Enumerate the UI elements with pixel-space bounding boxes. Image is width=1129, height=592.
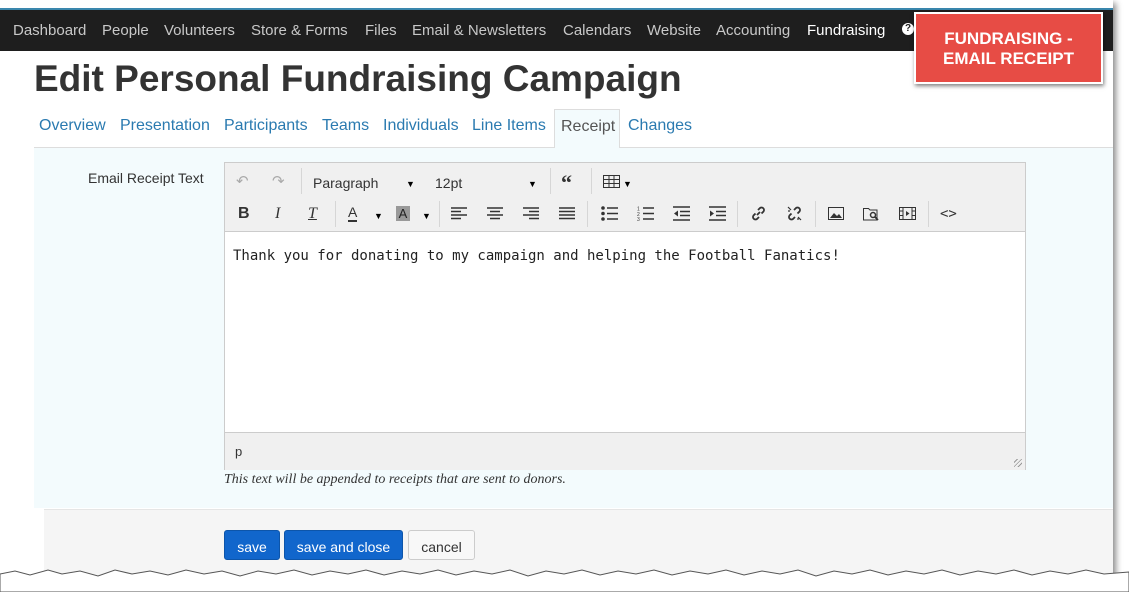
image-icon[interactable] (828, 207, 844, 220)
indent-icon[interactable] (709, 206, 726, 221)
question-circle-icon[interactable]: ? (902, 23, 914, 35)
file-browser-icon[interactable] (863, 206, 880, 221)
editor-statusbar: p (225, 432, 1025, 470)
clear-format-icon[interactable]: T (308, 205, 317, 223)
email-receipt-label: Email Receipt Text (88, 170, 204, 186)
italic-icon[interactable]: I (275, 205, 280, 223)
nav-store-forms[interactable]: Store & Forms (251, 22, 348, 39)
chevron-down-icon[interactable]: ▼ (422, 211, 431, 221)
editor-content-area[interactable]: Thank you for donating to my campaign an… (225, 232, 1025, 432)
bullet-list-icon[interactable] (601, 206, 618, 221)
tab-receipt[interactable]: Receipt (554, 109, 620, 148)
align-right-icon[interactable] (523, 207, 539, 220)
chevron-down-icon[interactable]: ▼ (406, 179, 415, 189)
link-icon[interactable] (750, 205, 767, 222)
page-title: Edit Personal Fundraising Campaign (34, 58, 682, 99)
nav-files[interactable]: Files (365, 22, 397, 39)
toolbar-divider (439, 201, 440, 227)
tab-overview[interactable]: Overview (39, 117, 106, 135)
toolbar-divider (928, 201, 929, 227)
numbered-list-icon[interactable]: 123 (637, 206, 654, 221)
tab-teams[interactable]: Teams (322, 117, 369, 135)
toolbar-divider (335, 201, 336, 227)
nav-website[interactable]: Website (647, 22, 701, 39)
nav-calendars[interactable]: Calendars (563, 22, 631, 39)
align-center-icon[interactable] (487, 207, 503, 220)
toolbar-divider (587, 201, 588, 227)
save-button[interactable]: save (224, 530, 280, 560)
bold-icon[interactable]: B (238, 205, 250, 223)
chevron-down-icon[interactable]: ▼ (528, 179, 537, 189)
tab-individuals[interactable]: Individuals (383, 117, 459, 135)
rich-text-editor: ↶ ↷ Paragraph ▼ 12pt ▼ “ ▼ B I T A ▼ A ▼ (224, 162, 1026, 470)
cancel-button[interactable]: cancel (408, 530, 475, 560)
nav-email-newsletters[interactable]: Email & Newsletters (412, 22, 546, 39)
app-window: Dashboard People Volunteers Store & Form… (0, 0, 1113, 580)
media-icon[interactable] (899, 207, 916, 220)
nav-volunteers[interactable]: Volunteers (164, 22, 235, 39)
table-icon[interactable] (603, 175, 621, 189)
toolbar-divider (737, 201, 738, 227)
section-callout-badge: FUNDRAISING - EMAIL RECEIPT (914, 12, 1103, 84)
align-justify-icon[interactable] (559, 207, 575, 220)
tab-line-items[interactable]: Line Items (472, 117, 546, 135)
tab-changes[interactable]: Changes (628, 117, 692, 135)
redo-icon[interactable]: ↷ (272, 172, 285, 190)
toolbar-divider (815, 201, 816, 227)
background-color-icon[interactable]: A (396, 206, 410, 221)
callout-line-1: FUNDRAISING - (944, 29, 1073, 48)
editor-toolbar: ↶ ↷ Paragraph ▼ 12pt ▼ “ ▼ B I T A ▼ A ▼ (225, 163, 1025, 232)
nav-fundraising[interactable]: Fundraising (807, 22, 885, 39)
resize-handle-icon[interactable] (1014, 459, 1022, 467)
chevron-down-icon[interactable]: ▼ (374, 211, 383, 221)
element-path[interactable]: p (235, 444, 242, 459)
toolbar-divider (591, 168, 592, 194)
undo-icon[interactable]: ↶ (236, 172, 249, 190)
toolbar-divider (550, 168, 551, 194)
svg-text:3: 3 (637, 217, 640, 221)
block-format-select[interactable]: Paragraph (313, 175, 378, 191)
help-text: This text will be appended to receipts t… (224, 472, 566, 487)
tab-participants[interactable]: Participants (224, 117, 308, 135)
text-color-icon[interactable]: A (348, 205, 358, 222)
source-code-icon[interactable]: <> (940, 206, 957, 222)
blockquote-icon[interactable]: “ (561, 170, 572, 196)
nav-dashboard[interactable]: Dashboard (13, 22, 86, 39)
outdent-icon[interactable] (673, 206, 690, 221)
editor-content-text[interactable]: Thank you for donating to my campaign an… (233, 248, 840, 264)
tab-receipt-label: Receipt (561, 118, 616, 135)
nav-accounting[interactable]: Accounting (716, 22, 790, 39)
nav-people[interactable]: People (102, 22, 149, 39)
chevron-down-icon[interactable]: ▼ (623, 179, 632, 189)
callout-line-2: EMAIL RECEIPT (943, 49, 1074, 68)
toolbar-divider (301, 168, 302, 194)
unlink-icon[interactable] (786, 205, 803, 222)
font-size-select[interactable]: 12pt (435, 175, 462, 191)
align-left-icon[interactable] (451, 207, 467, 220)
tab-presentation[interactable]: Presentation (120, 117, 210, 135)
save-and-close-button[interactable]: save and close (284, 530, 403, 560)
